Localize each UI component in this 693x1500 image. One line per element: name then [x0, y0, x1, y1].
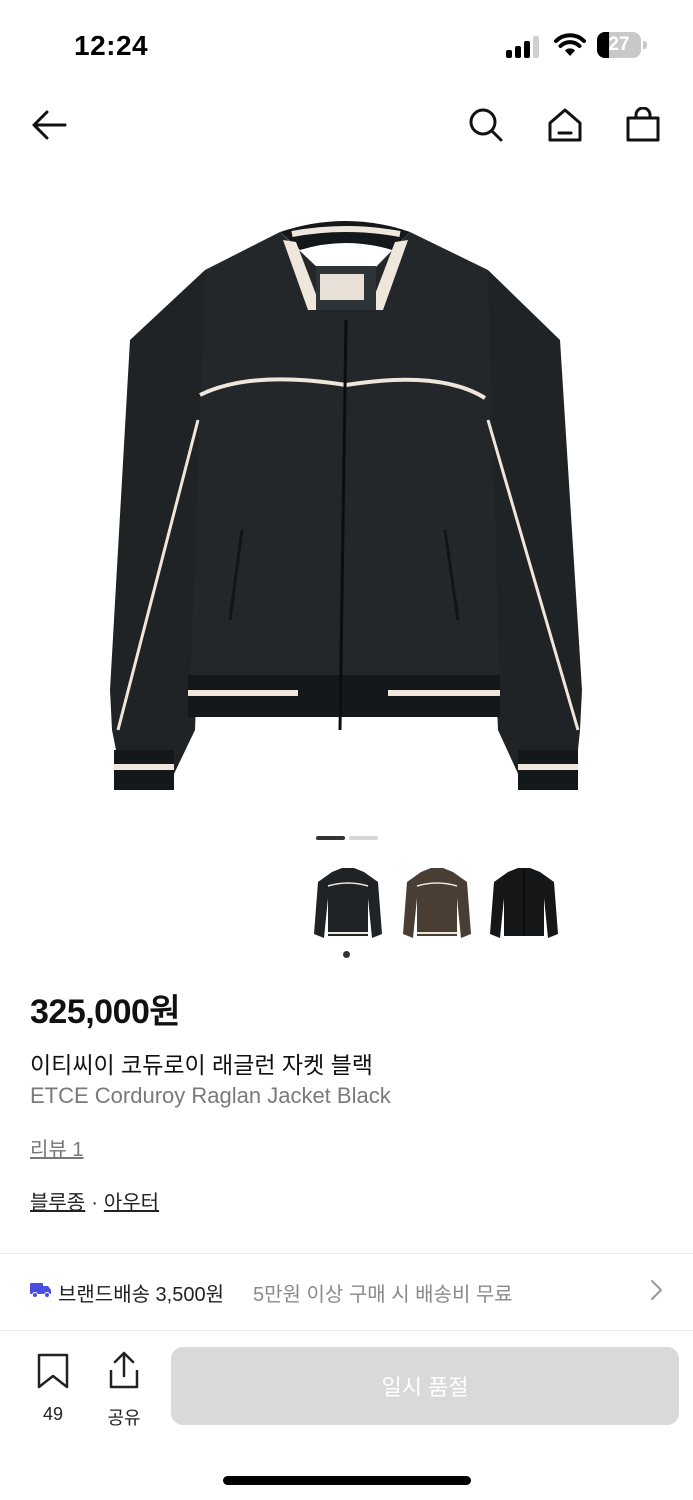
cellular-signal-icon: [506, 36, 542, 58]
category-separator: ·: [91, 1192, 98, 1214]
jacket-image: [110, 221, 582, 790]
category-breadcrumb: 블루종 · 아우터: [30, 1186, 159, 1215]
color-thumbnails: [310, 858, 570, 958]
truck-icon: [30, 1283, 51, 1298]
battery-level: 27: [608, 34, 630, 55]
home-icon: [548, 108, 582, 142]
shipping-info-row[interactable]: 브랜드배송 3,500원 5만원 이상 구매 시 배송비 무료: [0, 1258, 693, 1324]
chevron-right-icon: [651, 1280, 662, 1300]
shopping-bag-icon: [626, 107, 660, 142]
category-link-outer[interactable]: 아우터: [104, 1192, 159, 1214]
thumbnail-black[interactable]: [310, 858, 386, 948]
sold-out-button[interactable]: 일시 품절: [171, 1347, 679, 1425]
home-indicator: [223, 1476, 471, 1485]
back-arrow-icon: [32, 110, 67, 140]
share-button[interactable]: 공유: [99, 1348, 149, 1428]
shipping-fee: 브랜드배송 3,500원: [58, 1284, 225, 1306]
wifi-icon: [554, 33, 586, 56]
top-nav-bar: [0, 90, 693, 160]
cart-button[interactable]: [618, 100, 668, 150]
status-bar: 12:24 27: [0, 0, 693, 90]
search-icon: [469, 108, 503, 142]
status-time: 12:24: [74, 30, 149, 61]
product-name-korean: 이티씨이 코듀로이 래글런 자켓 블랙: [30, 1052, 373, 1078]
share-icon: [109, 1351, 139, 1389]
category-link-blouson[interactable]: 블루종: [30, 1192, 85, 1214]
thumbnail-selected-dot: [343, 951, 350, 958]
thumbnail-brown[interactable]: [399, 858, 475, 948]
share-label: 공유: [107, 1408, 141, 1428]
product-price: 325,000원: [30, 993, 181, 1031]
divider: [0, 1330, 693, 1331]
pager-segment-active: [316, 836, 345, 840]
product-image-gallery[interactable]: [0, 170, 693, 820]
bottom-action-bar: 49 공유 일시 품절: [0, 1334, 693, 1434]
image-pager: [316, 836, 378, 840]
home-button[interactable]: [540, 100, 590, 150]
thumbnail-black-alt[interactable]: [486, 858, 562, 948]
bookmark-button[interactable]: 49: [28, 1348, 78, 1428]
divider: [0, 1253, 693, 1254]
search-button[interactable]: [461, 100, 511, 150]
product-name-english: ETCE Corduroy Raglan Jacket Black: [30, 1083, 391, 1108]
free-shipping-note: 5만원 이상 구매 시 배송비 무료: [253, 1284, 513, 1306]
pager-segment: [349, 836, 378, 840]
bookmark-count: 49: [42, 1404, 64, 1424]
bookmark-icon: [37, 1353, 69, 1389]
review-link[interactable]: 리뷰 1: [30, 1133, 83, 1162]
back-button[interactable]: [24, 100, 74, 150]
battery-icon: 27: [597, 32, 647, 58]
